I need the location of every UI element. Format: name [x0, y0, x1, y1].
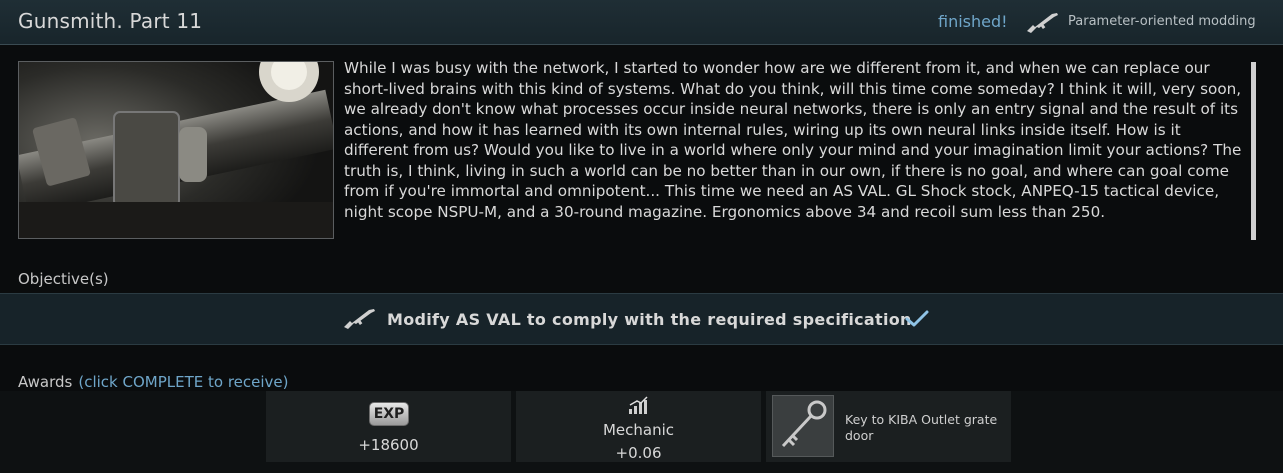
awards-label: Awards (click COMPLETE to receive) — [18, 373, 289, 391]
awards-hint: (click COMPLETE to receive) — [78, 373, 289, 391]
key-thumbnail[interactable] — [772, 395, 834, 457]
quest-header: Gunsmith. Part 11 finished! Parameter-or… — [0, 0, 1283, 45]
rifle-icon — [1027, 13, 1058, 33]
objective-row: Modify AS VAL to comply with the require… — [0, 293, 1283, 345]
quest-type: Parameter-oriented modding — [1068, 14, 1256, 29]
objectives-label: Objective(s) — [18, 270, 109, 288]
description-scrollbar[interactable] — [1251, 62, 1256, 240]
reputation-icon — [629, 396, 648, 414]
award-exp: EXP +18600 — [266, 391, 511, 462]
quest-status: finished! — [938, 12, 1008, 31]
rifle-closeup-image — [19, 62, 333, 238]
key-icon — [781, 400, 827, 448]
award-item[interactable]: Key to KIBA Outlet grate door — [766, 391, 1011, 462]
reputation-value: +0.06 — [615, 444, 662, 462]
quest-title: Gunsmith. Part 11 — [18, 9, 203, 33]
objective-text: Modify AS VAL to comply with the require… — [387, 310, 912, 329]
rifle-icon — [344, 309, 375, 329]
quest-description: While I was busy with the network, I sta… — [344, 59, 1242, 221]
checkmark-icon — [905, 310, 929, 327]
award-reputation: Mechanic +0.06 — [516, 391, 761, 462]
scrollbar-thumb[interactable] — [1251, 62, 1256, 240]
exp-value: +18600 — [358, 436, 419, 454]
reputation-trader: Mechanic — [602, 421, 675, 439]
awards-title: Awards — [18, 373, 73, 391]
exp-badge: EXP — [369, 402, 409, 426]
quest-image — [18, 61, 334, 239]
item-name: Key to KIBA Outlet grate door — [845, 412, 998, 443]
